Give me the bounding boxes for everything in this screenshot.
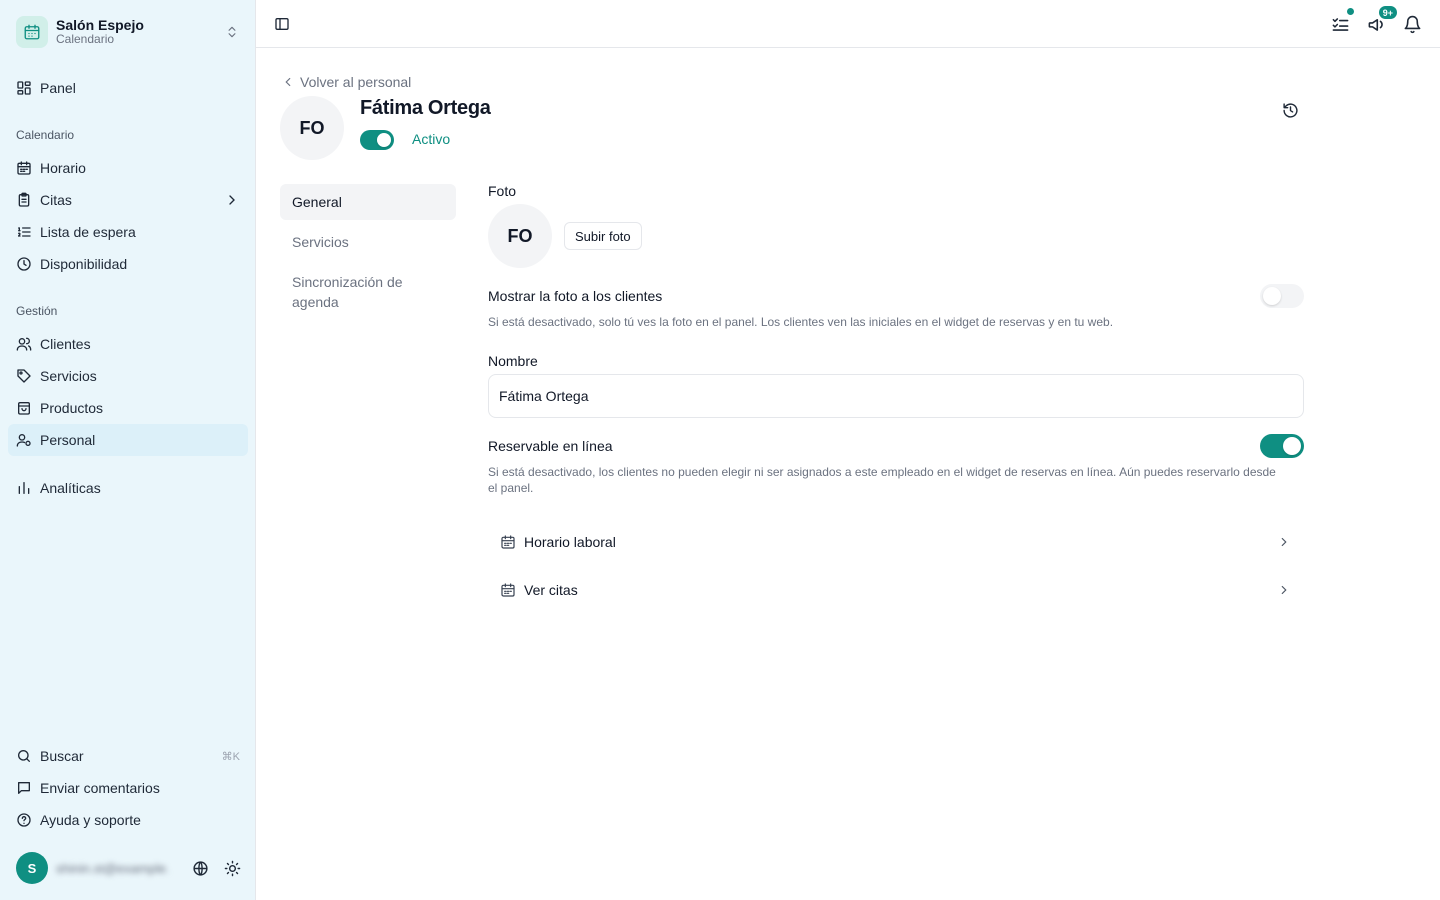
chevron-right-icon (224, 192, 240, 208)
chevron-left-icon (280, 74, 296, 90)
calendar-icon (16, 160, 32, 176)
sidebar-item-search[interactable]: Buscar ⌘K (8, 740, 248, 772)
view-appointments-link[interactable]: Ver citas (488, 570, 1304, 610)
sidebar-item-label: Citas (40, 192, 72, 208)
tab-services[interactable]: Servicios (280, 224, 456, 260)
sidebar-item-label: Lista de espera (40, 224, 136, 240)
clipboard-icon (16, 192, 32, 208)
list-ordered-icon (16, 224, 32, 240)
section-label-management: Gestión (16, 304, 58, 318)
sidebar-item-waitlist[interactable]: Lista de espera (8, 216, 248, 248)
name-input[interactable] (488, 374, 1304, 418)
sidebar-item-label: Ayuda y soporte (40, 812, 141, 828)
sidebar-item-label: Servicios (40, 368, 97, 384)
sidebar-item-label: Horario (40, 160, 86, 176)
help-circle-icon (16, 812, 32, 828)
dashboard-icon (16, 80, 32, 96)
sidebar-item-feedback[interactable]: Enviar comentarios (8, 772, 248, 804)
sidebar-item-label: Disponibilidad (40, 256, 128, 272)
bookable-toggle[interactable] (1260, 434, 1304, 458)
users-icon (16, 336, 32, 352)
workspace-subtitle: Calendario (56, 32, 115, 47)
history-icon[interactable] (1278, 98, 1302, 122)
globe-icon[interactable] (188, 856, 212, 880)
sidebar-item-help[interactable]: Ayuda y soporte (8, 804, 248, 836)
tab-calendar-sync[interactable]: Sincronización de agenda (280, 264, 456, 320)
sidebar-item-label: Productos (40, 400, 104, 416)
sidebar: Salón Espejo Calendario Panel Calendario… (0, 0, 256, 900)
message-square-icon (16, 780, 32, 796)
photo-avatar: FO (488, 204, 552, 268)
upload-photo-button[interactable]: Subir foto (564, 222, 642, 250)
bar-chart-icon (16, 480, 32, 496)
chevrons-up-down-icon (224, 24, 240, 40)
search-icon (16, 748, 32, 764)
bookable-help: Si está desactivado, los clientes no pue… (488, 465, 1276, 495)
chevron-right-icon (1276, 534, 1292, 550)
sidebar-item-appointments[interactable]: Citas (8, 184, 248, 216)
workspace-name: Salón Espejo (56, 17, 144, 34)
staff-avatar: FO (280, 96, 344, 160)
tab-general[interactable]: General (280, 184, 456, 220)
tasks-button[interactable] (1328, 7, 1355, 36)
top-bar: 9+ (256, 0, 1440, 48)
notification-badge: 9+ (1377, 5, 1398, 20)
search-shortcut: ⌘K (221, 750, 240, 763)
calendar-logo-icon (16, 16, 48, 48)
name-label: Nombre (488, 353, 538, 369)
show-photo-label: Mostrar la foto a los clientes (488, 288, 663, 304)
photo-label: Foto (488, 183, 517, 199)
user-menu[interactable]: S shinin.st@example.com (16, 852, 244, 884)
sun-icon[interactable] (220, 856, 244, 880)
show-photo-toggle[interactable] (1260, 284, 1304, 308)
sidebar-toggle-icon[interactable] (270, 12, 294, 36)
sidebar-item-schedule[interactable]: Horario (8, 152, 248, 184)
bookable-label: Reservable en línea (488, 438, 613, 454)
calendar-icon (500, 534, 516, 550)
show-photo-help: Si está desactivado, solo tú ves la foto… (488, 315, 1114, 329)
sidebar-item-clients[interactable]: Clientes (8, 328, 248, 360)
calendar-icon (500, 582, 516, 598)
sidebar-item-label: Personal (40, 432, 96, 448)
link-label: Ver citas (524, 582, 578, 598)
sidebar-item-staff[interactable]: Personal (8, 424, 248, 456)
list-checks-icon (1332, 17, 1348, 31)
back-to-staff-link[interactable]: Volver al personal (280, 72, 411, 92)
user-email: shinin.st@example.com (56, 860, 168, 876)
sidebar-item-label: Clientes (40, 336, 91, 352)
user-cog-icon (16, 432, 32, 448)
sidebar-item-panel[interactable]: Panel (8, 72, 248, 104)
sidebar-item-services[interactable]: Servicios (8, 360, 248, 392)
tag-icon (16, 368, 32, 384)
updates-button[interactable]: 9+ (1364, 5, 1398, 36)
status-label: Activo (412, 131, 451, 147)
active-toggle[interactable] (360, 130, 394, 150)
page-title: Fátima Ortega (360, 97, 491, 119)
work-schedule-link[interactable]: Horario laboral (488, 522, 1304, 562)
sidebar-item-label: Buscar (40, 748, 84, 764)
chevron-right-icon (1276, 582, 1292, 598)
sidebar-item-label: Panel (40, 80, 76, 96)
clock-icon (16, 256, 32, 272)
tasks-indicator-dot (1346, 7, 1355, 16)
link-label: Horario laboral (524, 534, 616, 550)
sidebar-item-label: Enviar comentarios (40, 780, 160, 796)
bell-icon[interactable] (1400, 12, 1424, 36)
avatar[interactable]: S (16, 852, 48, 884)
sidebar-item-availability[interactable]: Disponibilidad (8, 248, 248, 280)
sidebar-item-products[interactable]: Productos (8, 392, 248, 424)
sidebar-item-analytics[interactable]: Analíticas (8, 472, 248, 504)
section-label-calendar: Calendario (16, 128, 75, 142)
workspace-switcher[interactable]: Salón Espejo Calendario (8, 8, 248, 56)
back-label: Volver al personal (300, 74, 412, 90)
sidebar-item-label: Analíticas (40, 480, 101, 496)
shopping-bag-icon (16, 400, 32, 416)
